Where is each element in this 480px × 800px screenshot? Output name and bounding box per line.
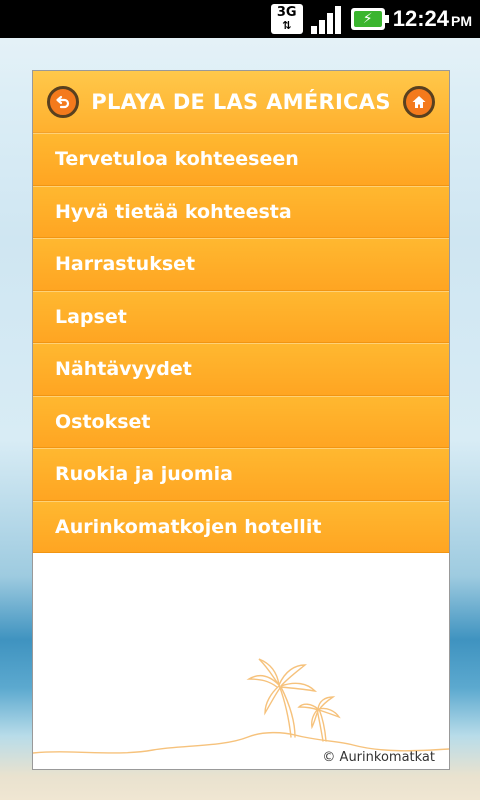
menu-item-harrastukset[interactable]: Harrastukset: [33, 238, 449, 291]
menu-item-label: Harrastukset: [55, 253, 196, 276]
clock: 12:24 PM: [393, 6, 472, 32]
menu-item-label: Ostokset: [55, 410, 151, 433]
page-title: PLAYA DE LAS AMÉRICAS: [91, 89, 391, 114]
network-type-label: 3G: [276, 5, 297, 20]
signal-strength-icon: [310, 4, 343, 34]
menu-item-label: Tervetuloa kohteeseen: [55, 148, 299, 171]
back-button[interactable]: [47, 85, 79, 118]
menu-item-lapset[interactable]: Lapset: [33, 290, 449, 343]
home-icon: [412, 95, 426, 108]
clock-ampm: PM: [451, 13, 472, 29]
menu-item-label: Hyvä tietää kohteesta: [55, 200, 292, 223]
back-arrow-icon: [56, 95, 70, 108]
copyright-text: © Aurinkomatkat: [322, 750, 435, 765]
status-bar: 3G ⇅ ⚡ 12:24 PM: [0, 0, 480, 38]
menu-list: Tervetuloa kohteeseen Hyvä tietää kohtee…: [33, 133, 449, 553]
main-panel: PLAYA DE LAS AMÉRICAS Tervetuloa kohtees…: [32, 70, 450, 770]
menu-item-ruokia[interactable]: Ruokia ja juomia: [33, 448, 449, 501]
battery-charging-icon: ⚡: [350, 8, 389, 30]
menu-item-nahtavyydet[interactable]: Nähtävyydet: [33, 343, 449, 396]
clock-time: 12:24: [392, 6, 449, 31]
menu-item-ostokset[interactable]: Ostokset: [33, 395, 449, 448]
menu-item-label: Ruokia ja juomia: [55, 463, 233, 486]
home-button[interactable]: [403, 85, 435, 118]
menu-item-hotellit[interactable]: Aurinkomatkojen hotellit: [33, 500, 449, 553]
header-bar: PLAYA DE LAS AMÉRICAS: [33, 71, 449, 133]
menu-item-hyva-tietaa[interactable]: Hyvä tietää kohteesta: [33, 185, 449, 238]
network-3g-icon: 3G ⇅: [270, 4, 303, 34]
menu-item-tervetuloa[interactable]: Tervetuloa kohteeseen: [33, 133, 449, 186]
menu-item-label: Nähtävyydet: [55, 358, 192, 381]
menu-item-label: Lapset: [55, 305, 127, 328]
menu-item-label: Aurinkomatkojen hotellit: [55, 515, 322, 538]
